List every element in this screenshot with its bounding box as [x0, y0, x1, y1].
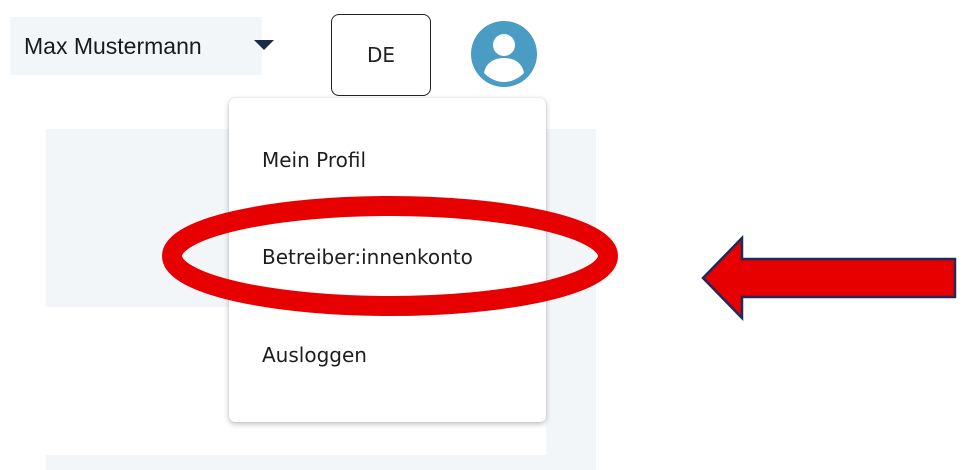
content-panel-lower: [46, 455, 596, 470]
content-panel-edge: [546, 129, 596, 470]
user-avatar-icon[interactable]: [471, 21, 537, 87]
menu-item-profile[interactable]: Mein Profil: [262, 148, 366, 172]
red-arrow-icon: [701, 235, 957, 321]
user-name: Max Mustermann: [24, 32, 202, 59]
menu-item-operator-account[interactable]: Betreiber:innenkonto: [262, 245, 473, 269]
menu-item-logout[interactable]: Ausloggen: [262, 343, 367, 367]
language-label: DE: [366, 43, 396, 67]
user-dropdown-menu: Mein Profil Betreiber:innenkonto Auslogg…: [229, 98, 546, 422]
caret-down-icon[interactable]: [254, 40, 274, 50]
user-menu-toggle[interactable]: Max Mustermann: [10, 17, 262, 75]
language-button[interactable]: DE: [331, 14, 431, 96]
app-window: Max Mustermann DE Mein Profil Betreiber:…: [0, 0, 968, 470]
